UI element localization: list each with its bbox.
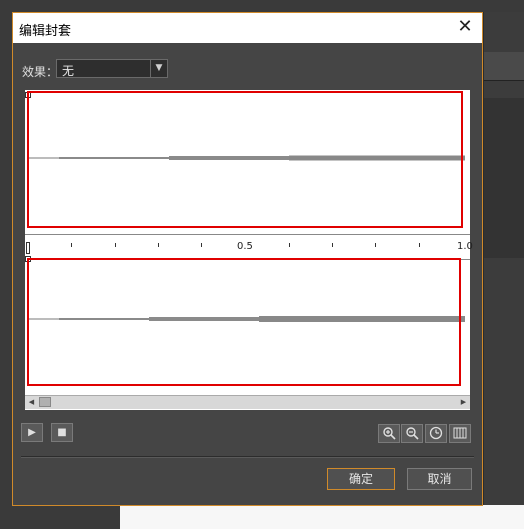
background-panel <box>484 98 524 258</box>
ruler-tick <box>289 243 290 247</box>
highlight-box-bottom <box>27 258 461 386</box>
scroll-left-icon[interactable]: ◀ <box>25 396 38 409</box>
dialog-title: 编辑封套 <box>19 24 72 39</box>
background-white-area <box>120 505 524 529</box>
ruler-label-mid: 0.5 <box>237 241 253 252</box>
zoom-in-icon <box>383 427 396 440</box>
background-app-left <box>0 12 12 505</box>
ruler-tick <box>115 243 116 247</box>
cancel-button[interactable]: 取消 <box>407 468 472 490</box>
ruler-tick <box>332 243 333 247</box>
dialog-titlebar: 编辑封套 ✕ <box>13 13 482 43</box>
scrollbar-thumb[interactable] <box>39 397 51 407</box>
chevron-down-icon[interactable]: ▼ <box>150 60 167 77</box>
ruler-tick <box>375 243 376 247</box>
full-view-button[interactable] <box>449 424 471 443</box>
effect-select-value: 无 <box>62 64 75 78</box>
scroll-right-icon[interactable]: ▶ <box>457 396 470 409</box>
footer-separator <box>21 456 474 458</box>
clock-icon <box>429 426 443 440</box>
zoom-in-button[interactable] <box>378 424 400 443</box>
edit-envelope-dialog: 编辑封套 ✕ 效果： 无 ▼ 0.5 1.0 ◀ ▶ ▶ ■ 确定 取消 <box>12 12 483 506</box>
background-app-top <box>0 0 524 12</box>
ruler-tick <box>419 243 420 247</box>
waveform-panel-top[interactable] <box>25 90 470 234</box>
play-icon: ▶ <box>28 427 36 438</box>
ruler-tick <box>158 243 159 247</box>
stop-button[interactable]: ■ <box>51 423 73 442</box>
play-button[interactable]: ▶ <box>21 423 43 442</box>
zoom-reset-button[interactable] <box>425 424 447 443</box>
highlight-box-top <box>27 91 463 228</box>
time-ruler[interactable]: 0.5 1.0 <box>25 234 473 260</box>
background-app-right <box>484 12 524 529</box>
close-icon[interactable]: ✕ <box>454 16 476 38</box>
zoom-out-icon <box>406 427 419 440</box>
columns-icon <box>453 427 467 439</box>
envelope-editor[interactable]: 0.5 1.0 ◀ ▶ <box>25 90 473 410</box>
zoom-out-button[interactable] <box>401 424 423 443</box>
background-app-bottom <box>0 505 524 529</box>
ruler-tick <box>201 243 202 247</box>
effect-select[interactable]: 无 ▼ <box>56 59 168 78</box>
effect-label: 效果： <box>22 65 59 79</box>
ruler-tick <box>71 243 72 247</box>
horizontal-scrollbar[interactable]: ◀ ▶ <box>25 395 470 409</box>
ruler-start-marker[interactable] <box>26 242 30 254</box>
background-toolbar-strip <box>484 52 524 81</box>
ruler-label-end: 1.0 <box>457 241 473 252</box>
waveform-panel-bottom[interactable] <box>25 256 470 395</box>
ok-button[interactable]: 确定 <box>327 468 395 490</box>
stop-icon: ■ <box>57 427 67 438</box>
